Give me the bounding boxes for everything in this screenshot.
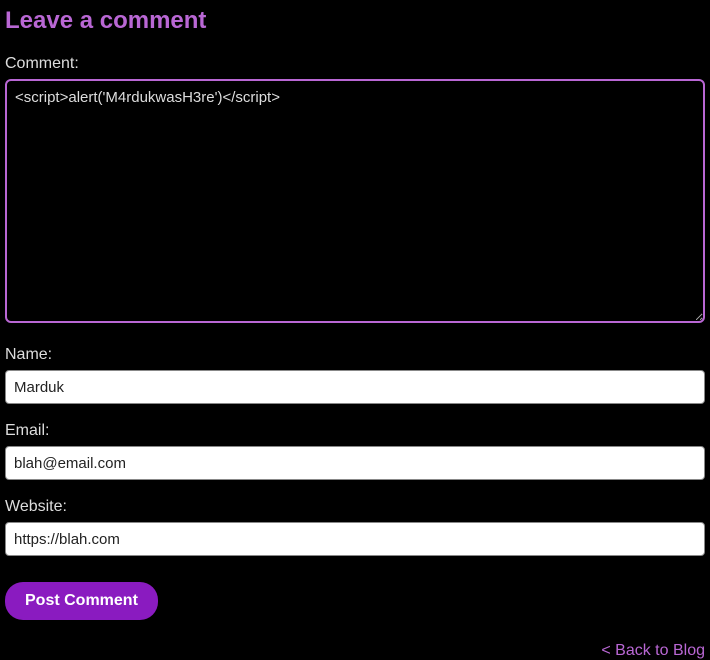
name-field-group: Name: (5, 346, 705, 404)
email-label: Email: (5, 422, 705, 440)
name-label: Name: (5, 346, 705, 364)
email-field-group: Email: (5, 422, 705, 480)
post-comment-button[interactable]: Post Comment (5, 582, 158, 620)
comment-textarea[interactable] (5, 79, 705, 323)
comment-label: Comment: (5, 55, 705, 73)
website-input[interactable] (5, 522, 705, 556)
name-input[interactable] (5, 370, 705, 404)
website-field-group: Website: (5, 498, 705, 556)
email-input[interactable] (5, 446, 705, 480)
comment-field-group: Comment: (5, 55, 705, 328)
back-to-blog-link[interactable]: < Back to Blog (601, 642, 705, 659)
website-label: Website: (5, 498, 705, 516)
page-title: Leave a comment (5, 7, 705, 35)
back-link-row: < Back to Blog (5, 642, 705, 660)
